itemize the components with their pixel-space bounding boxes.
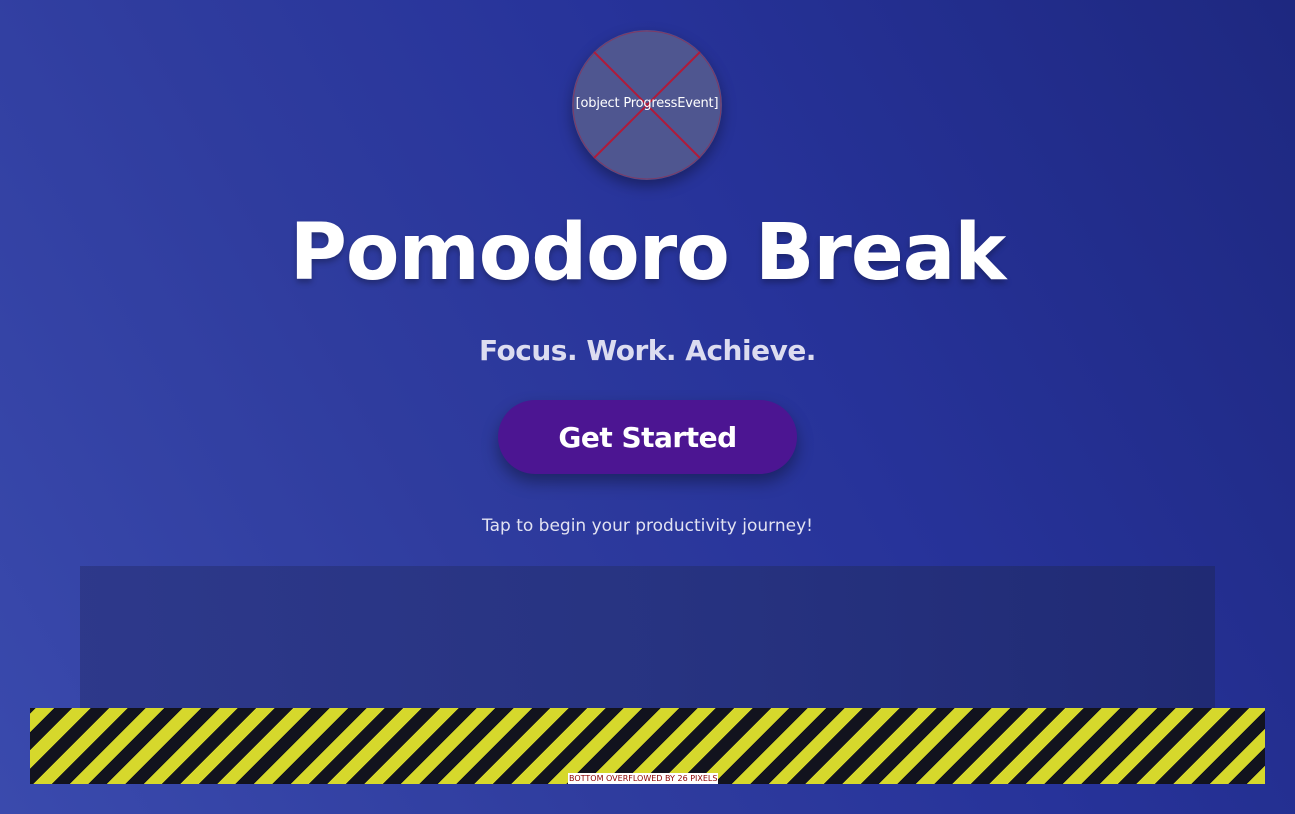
app-logo: [object ProgressEvent] [572,30,722,180]
page-title: Pomodoro Break [289,208,1007,298]
hint-text: Tap to begin your productivity journey! [482,516,813,536]
logo-alt-text: [object ProgressEvent] [575,96,719,111]
content-panel [80,566,1215,708]
get-started-button[interactable]: Get Started [498,400,797,474]
tagline: Focus. Work. Achieve. [479,334,816,367]
overflow-warning-label: BOTTOM OVERFLOWED BY 26 PIXELS [568,773,719,784]
